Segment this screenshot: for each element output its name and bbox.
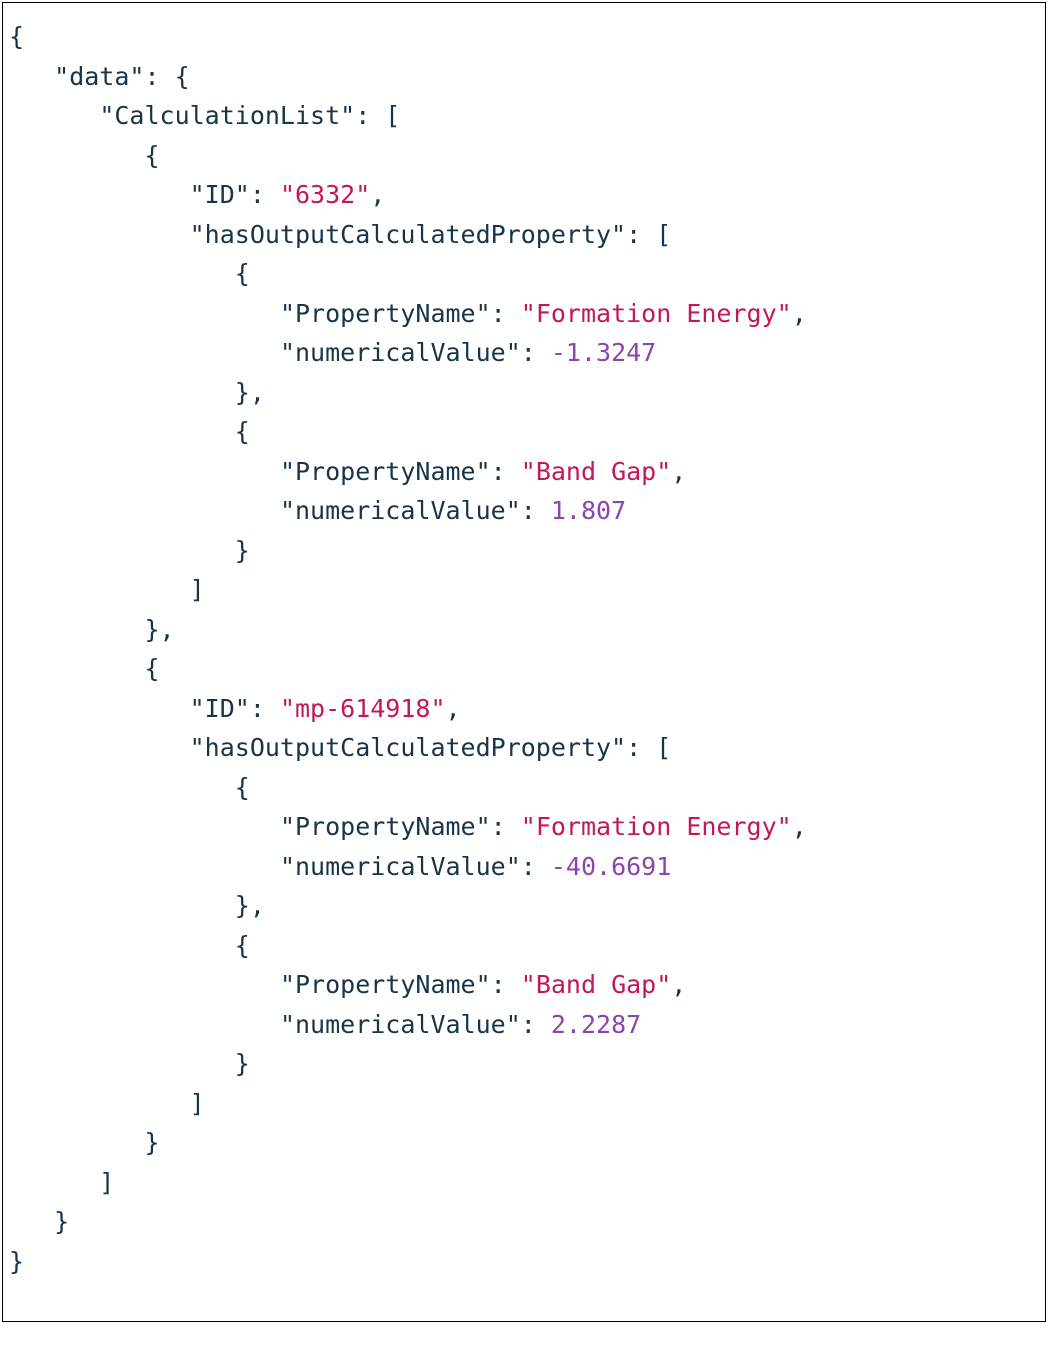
json-code: { "data": { "CalculationList": [ { "ID":…: [9, 17, 1039, 1281]
json-code-block: { "data": { "CalculationList": [ { "ID":…: [2, 2, 1046, 1322]
